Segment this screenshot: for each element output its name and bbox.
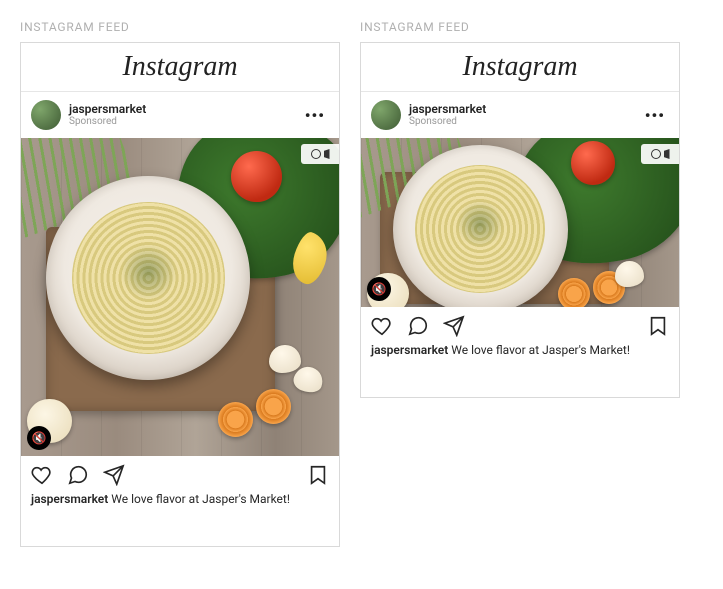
action-bar	[21, 456, 339, 490]
sponsored-label: Sponsored	[69, 116, 293, 127]
caption-text: We love flavor at Jasper's Market!	[451, 343, 630, 357]
save-icon[interactable]	[647, 315, 669, 337]
instagram-card: Instagram jaspersmarket Sponsored •••	[360, 42, 680, 398]
share-icon[interactable]	[103, 464, 125, 486]
action-bar	[361, 307, 679, 341]
comment-icon[interactable]	[67, 464, 89, 486]
post-media[interactable]: 🔇	[361, 138, 679, 307]
mute-icon[interactable]: 🔇	[367, 277, 391, 301]
instagram-header: Instagram	[361, 43, 679, 92]
post-media[interactable]: 🔇	[21, 138, 339, 456]
profile-row: jaspersmarket Sponsored •••	[21, 92, 339, 138]
share-icon[interactable]	[443, 315, 465, 337]
instagram-header: Instagram	[21, 43, 339, 92]
like-icon[interactable]	[371, 315, 393, 337]
caption-username[interactable]: jaspersmarket	[31, 492, 108, 506]
feed-preview-wide: INSTAGRAM FEED Instagram jaspersmarket S…	[360, 20, 680, 398]
more-options-icon[interactable]: •••	[641, 106, 669, 125]
instagram-logo: Instagram	[462, 51, 577, 82]
comment-icon[interactable]	[407, 315, 429, 337]
like-icon[interactable]	[31, 464, 53, 486]
instagram-card: Instagram jaspersmarket Sponsored •••	[20, 42, 340, 547]
avatar[interactable]	[371, 100, 401, 130]
instagram-logo: Instagram	[122, 51, 237, 82]
username[interactable]: jaspersmarket	[409, 103, 633, 116]
mute-icon[interactable]: 🔇	[27, 426, 51, 450]
section-label: INSTAGRAM FEED	[20, 20, 340, 34]
video-indicator-icon	[641, 144, 679, 164]
section-label: INSTAGRAM FEED	[360, 20, 680, 34]
avatar[interactable]	[31, 100, 61, 130]
more-options-icon[interactable]: •••	[301, 106, 329, 125]
caption: jaspersmarket We love flavor at Jasper's…	[361, 341, 679, 397]
profile-row: jaspersmarket Sponsored •••	[361, 92, 679, 138]
caption-text: We love flavor at Jasper's Market!	[111, 492, 290, 506]
caption: jaspersmarket We love flavor at Jasper's…	[21, 490, 339, 546]
save-icon[interactable]	[307, 464, 329, 486]
video-indicator-icon	[301, 144, 339, 164]
feed-preview-square: INSTAGRAM FEED Instagram jaspersmarket S…	[20, 20, 340, 547]
sponsored-label: Sponsored	[409, 116, 633, 127]
caption-username[interactable]: jaspersmarket	[371, 343, 448, 357]
username[interactable]: jaspersmarket	[69, 103, 293, 116]
